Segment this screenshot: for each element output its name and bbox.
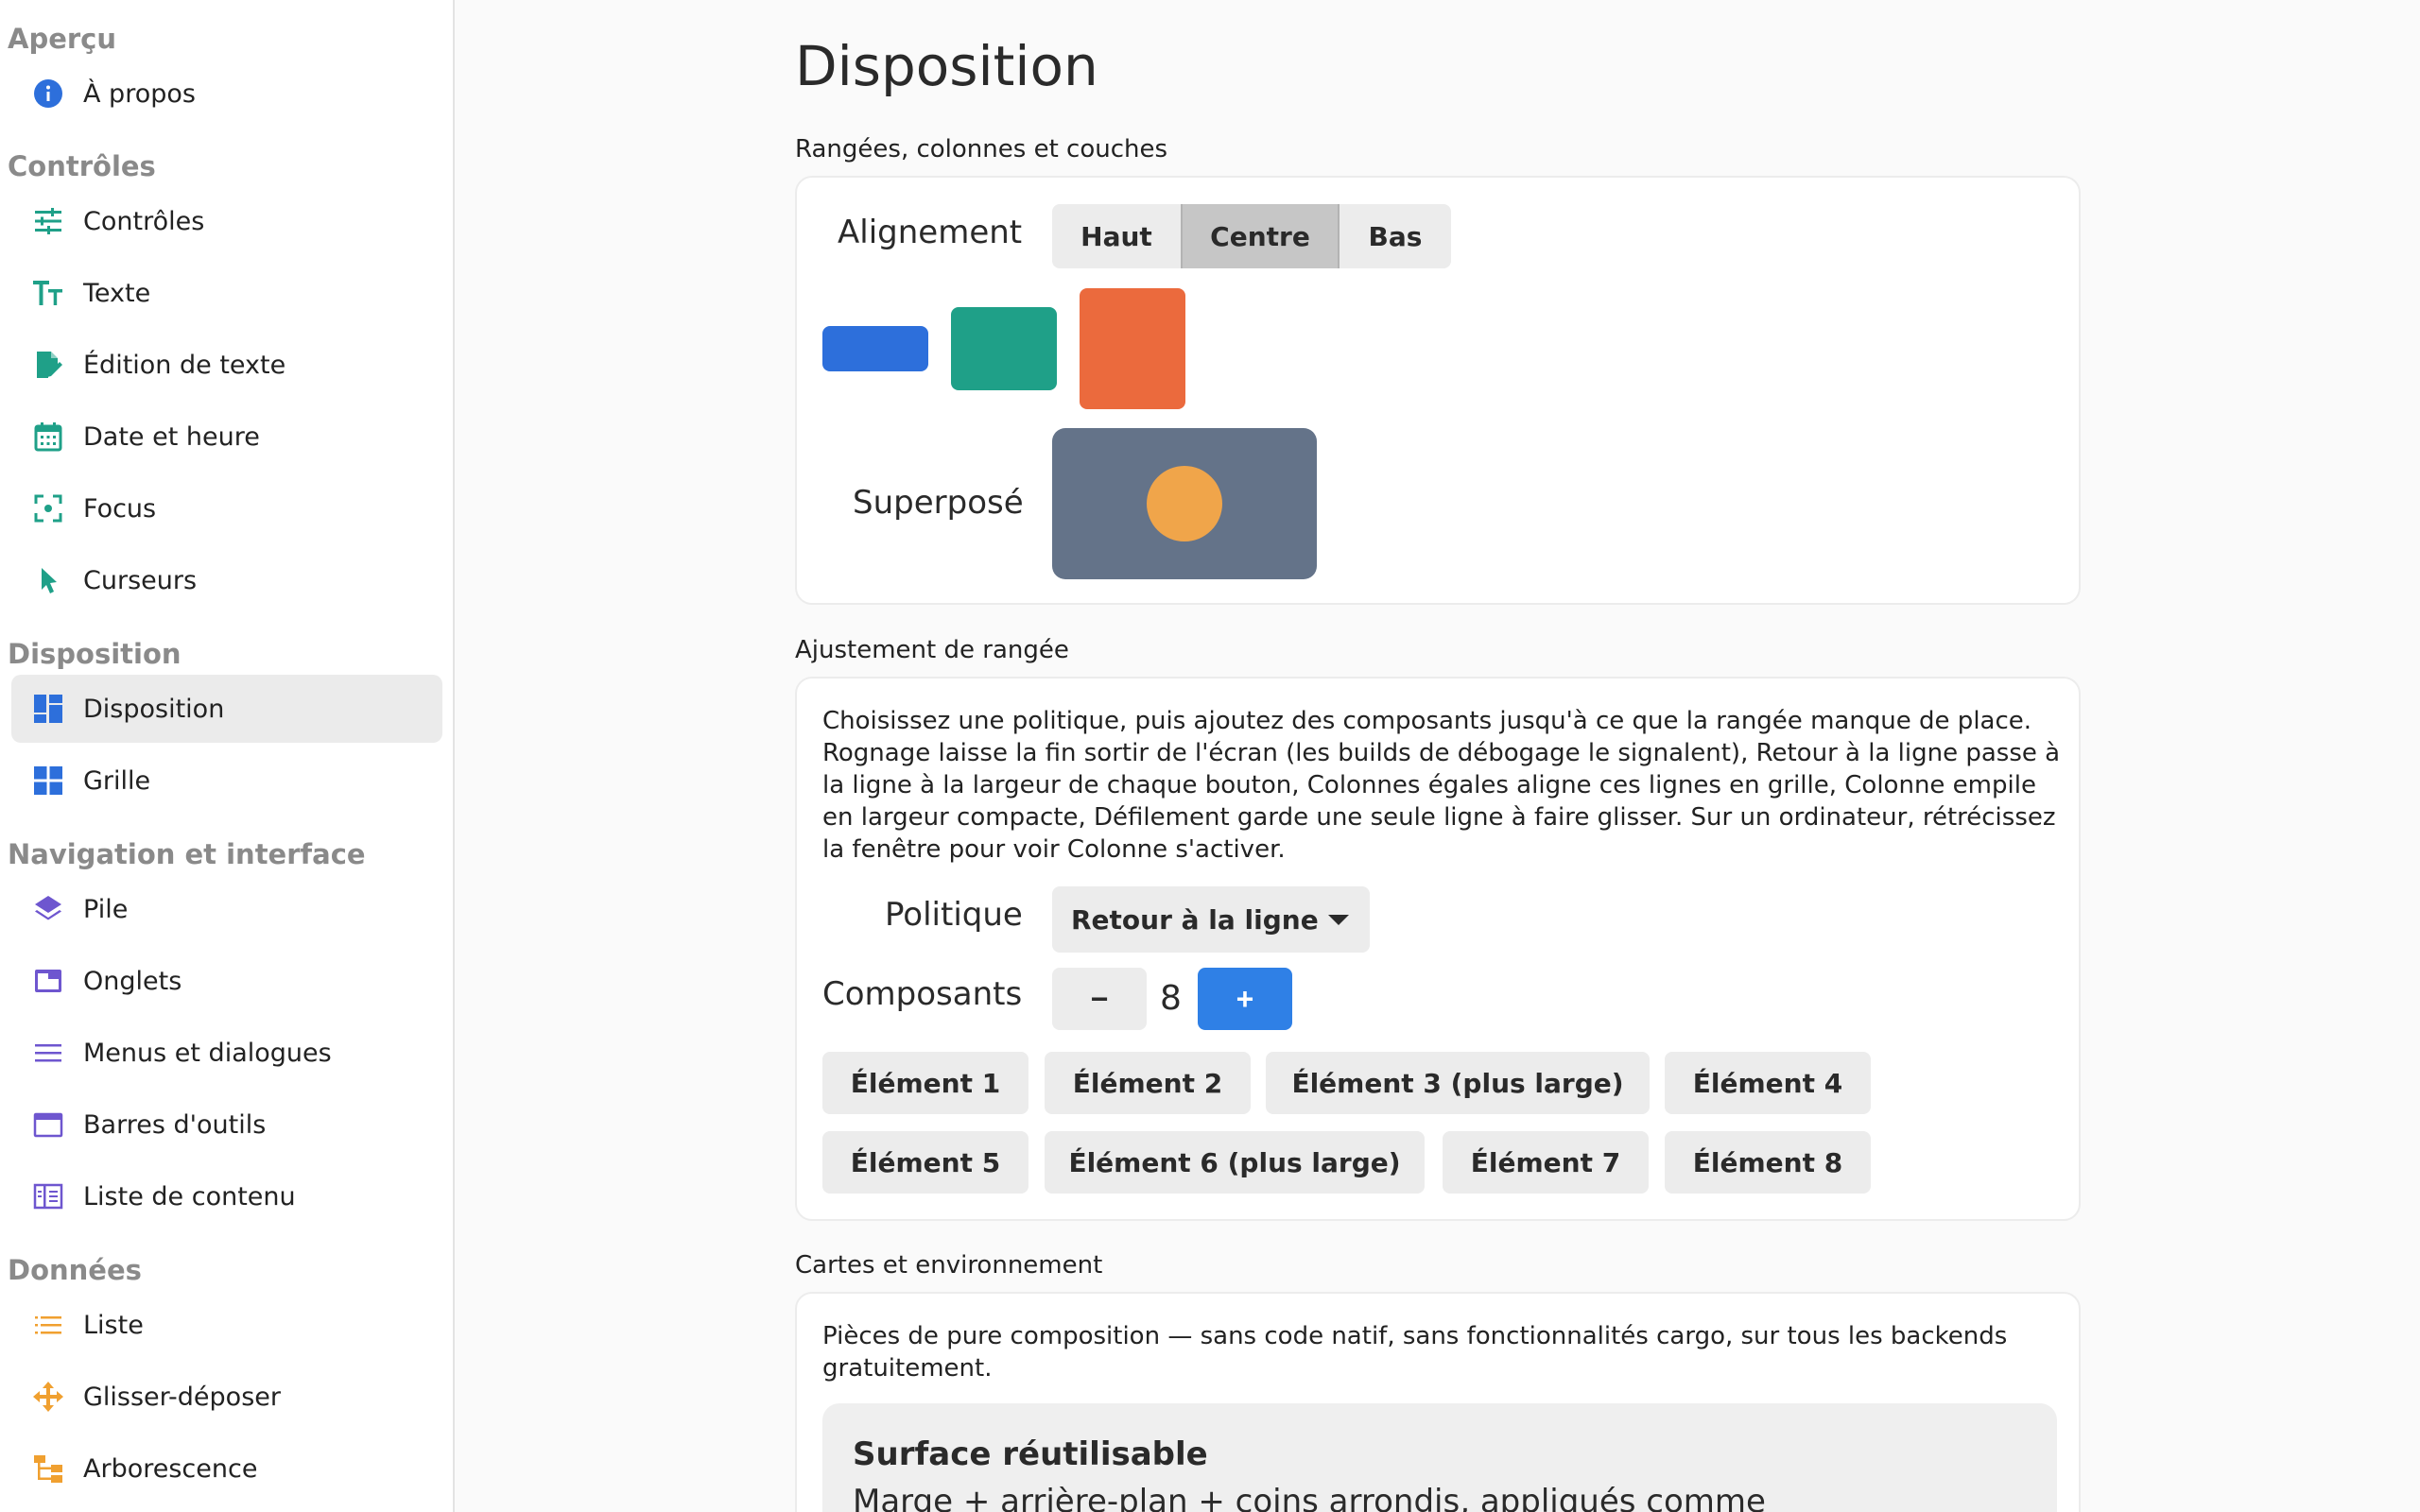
element-chip-8[interactable]: Élément 8 xyxy=(1665,1131,1871,1194)
sidebar-item-label: Barres d'outils xyxy=(83,1109,267,1140)
edit-document-icon xyxy=(32,349,64,381)
element-chip-1[interactable]: Élément 1 xyxy=(822,1052,1028,1114)
menu-icon xyxy=(32,1037,64,1069)
sidebar-section-apercu: Aperçu xyxy=(8,23,117,55)
overlay-circle xyxy=(1147,466,1222,541)
cards-description: Pièces de pure composition — sans code n… xyxy=(822,1322,2008,1383)
sidebar-item-menus-et-dialogues[interactable]: Menus et dialogues xyxy=(11,1019,442,1087)
decrement-button[interactable]: − xyxy=(1052,968,1147,1030)
alignment-option-bas[interactable]: Bas xyxy=(1340,204,1451,268)
element-chip-6[interactable]: Élément 6 (plus large) xyxy=(1045,1131,1425,1194)
cursor-icon xyxy=(32,564,64,596)
orange-box xyxy=(1080,288,1185,409)
focus-icon xyxy=(32,492,64,524)
sidebar-item-label: Grille xyxy=(83,765,151,796)
sidebar-item-focus[interactable]: Focus xyxy=(11,474,442,542)
policy-value: Retour à la ligne xyxy=(1071,903,1319,936)
element-chip-5[interactable]: Élément 5 xyxy=(822,1131,1028,1194)
sidebar-item-liste[interactable]: Liste xyxy=(11,1291,442,1359)
sidebar-item-curseurs[interactable]: Curseurs xyxy=(11,546,442,614)
sidebar-section-disposition: Disposition xyxy=(8,638,182,670)
sidebar-item-label: Pile xyxy=(83,894,129,924)
element-chip-7[interactable]: Élément 7 xyxy=(1443,1131,1649,1194)
layout-icon xyxy=(32,693,64,725)
info-icon xyxy=(32,77,64,110)
sidebar-section-navigation: Navigation et interface xyxy=(8,838,366,870)
components-label: Composants xyxy=(822,975,1023,1013)
sidebar-item-label: Liste de contenu xyxy=(83,1181,296,1211)
surface-text: Marge + arrière-plan + coins arrondis, a… xyxy=(853,1483,1766,1512)
alignment-segmented-control: Haut Centre Bas xyxy=(1052,204,1451,268)
sidebar-item-label: Date et heure xyxy=(83,421,260,452)
teal-box xyxy=(951,307,1057,390)
tabs-icon xyxy=(32,965,64,997)
reusable-surface-card: Surface réutilisable Marge + arrière-pla… xyxy=(822,1403,2057,1512)
rows-columns-card: Alignement Haut Centre Bas Superposé xyxy=(795,176,2081,605)
sidebar: Aperçu À propos Contrôles Contrôles Text… xyxy=(0,0,455,1512)
main-content: Disposition Rangées, colonnes et couches… xyxy=(795,0,2081,1512)
list-icon xyxy=(32,1309,64,1341)
sidebar-item-onglets[interactable]: Onglets xyxy=(11,947,442,1015)
sidebar-item-a-propos[interactable]: À propos xyxy=(11,60,442,128)
sidebar-item-label: Focus xyxy=(83,493,157,524)
sidebar-item-label: Texte xyxy=(83,278,151,308)
sidebar-item-label: Disposition xyxy=(83,694,225,724)
alignment-option-haut[interactable]: Haut xyxy=(1052,204,1181,268)
sidebar-item-label: Édition de texte xyxy=(83,350,286,380)
sidebar-item-pile[interactable]: Pile xyxy=(11,875,442,943)
sidebar-item-edition-de-texte[interactable]: Édition de texte xyxy=(11,331,442,399)
sidebar-item-label: Arborescence xyxy=(83,1453,258,1484)
sidebar-item-disposition[interactable]: Disposition xyxy=(11,675,442,743)
sidebar-item-label: Curseurs xyxy=(83,565,198,595)
surface-title: Surface réutilisable xyxy=(853,1435,1208,1473)
tree-icon xyxy=(32,1452,64,1485)
sidebar-item-label: Glisser-déposer xyxy=(83,1382,281,1412)
sidebar-item-date-et-heure[interactable]: Date et heure xyxy=(11,403,442,471)
grid-icon xyxy=(32,765,64,797)
alignment-option-centre[interactable]: Centre xyxy=(1181,204,1340,268)
sidebar-item-label: Onglets xyxy=(83,966,182,996)
sidebar-item-label: À propos xyxy=(83,78,196,109)
increment-button[interactable]: + xyxy=(1198,968,1292,1030)
sidebar-item-liste-de-contenu[interactable]: Liste de contenu xyxy=(11,1162,442,1230)
move-icon xyxy=(32,1381,64,1413)
page-title: Disposition xyxy=(795,34,1098,98)
toolbar-icon xyxy=(32,1108,64,1141)
cards-env-card: Pièces de pure composition — sans code n… xyxy=(795,1292,2081,1512)
blue-box xyxy=(822,326,928,371)
overlay-panel xyxy=(1052,428,1317,579)
policy-dropdown[interactable]: Retour à la ligne xyxy=(1052,886,1370,953)
element-chip-2[interactable]: Élément 2 xyxy=(1045,1052,1251,1114)
text-size-icon xyxy=(32,277,64,309)
element-chip-4[interactable]: Élément 4 xyxy=(1665,1052,1871,1114)
alignment-label: Alignement xyxy=(838,214,1023,251)
sidebar-item-label: Menus et dialogues xyxy=(83,1038,332,1068)
layers-icon xyxy=(32,893,64,925)
sidebar-section-donnees: Données xyxy=(8,1254,142,1286)
element-chip-3[interactable]: Élément 3 (plus large) xyxy=(1266,1052,1650,1114)
sidebar-item-label: Liste xyxy=(83,1310,144,1340)
sidebar-item-texte[interactable]: Texte xyxy=(11,259,442,327)
sidebar-item-controles[interactable]: Contrôles xyxy=(11,187,442,255)
row-wrap-card: Choisissez une politique, puis ajoutez d… xyxy=(795,677,2081,1221)
calendar-icon xyxy=(32,421,64,453)
sidebar-item-label: Contrôles xyxy=(83,206,205,236)
wrap-description: Choisissez une politique, puis ajoutez d… xyxy=(822,707,2061,864)
sidebar-item-glisser-deposer[interactable]: Glisser-déposer xyxy=(11,1363,442,1431)
policy-label: Politique xyxy=(885,896,1023,934)
sidebar-item-arborescence[interactable]: Arborescence xyxy=(11,1435,442,1503)
sidebar-section-controles: Contrôles xyxy=(8,150,156,182)
group-title-cartes: Cartes et environnement xyxy=(795,1251,1103,1280)
sidebar-item-barres-d-outils[interactable]: Barres d'outils xyxy=(11,1091,442,1159)
overlay-label: Superposé xyxy=(853,484,1024,522)
caret-down-icon xyxy=(1328,915,1349,925)
group-title-rangees: Rangées, colonnes et couches xyxy=(795,135,1168,163)
group-title-ajustement: Ajustement de rangée xyxy=(795,636,1069,664)
content-list-icon xyxy=(32,1180,64,1212)
component-count: 8 xyxy=(1160,979,1182,1018)
sidebar-item-grille[interactable]: Grille xyxy=(11,747,442,815)
sliders-icon xyxy=(32,205,64,237)
